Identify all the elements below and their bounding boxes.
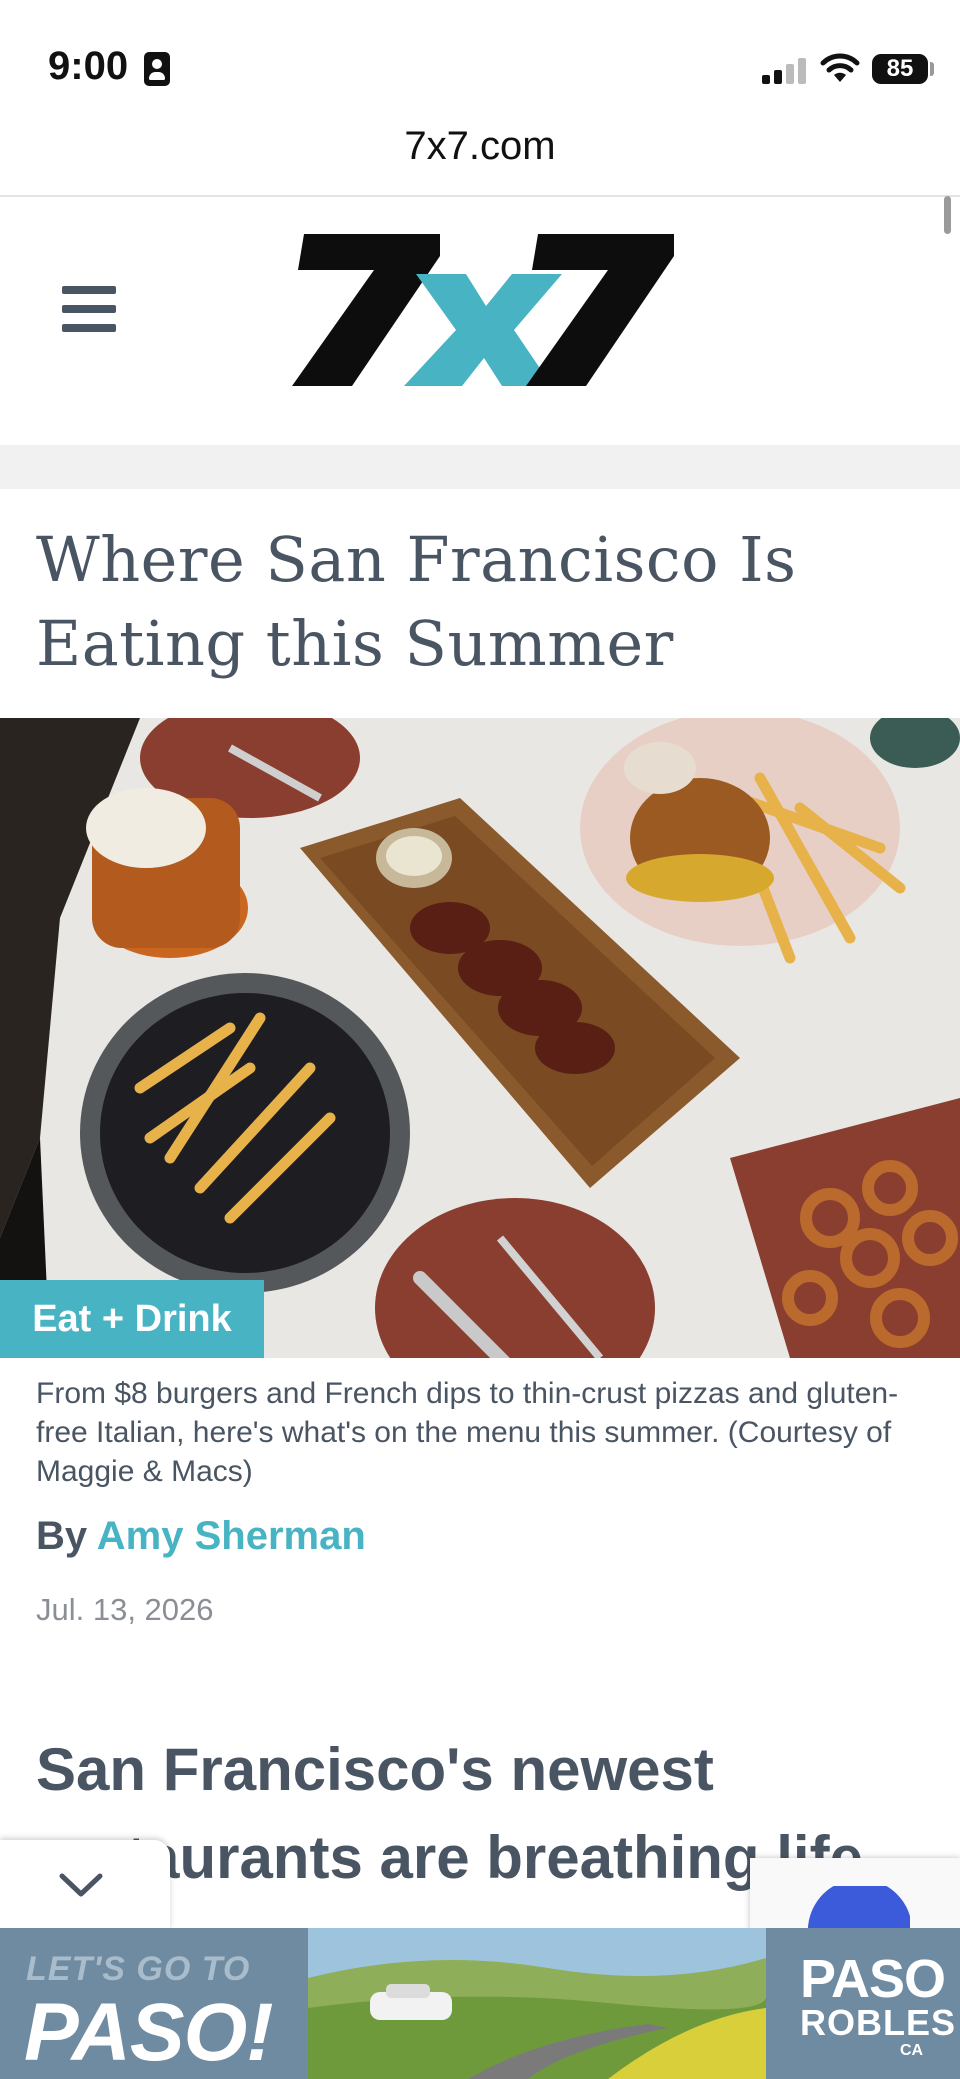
ad-brand-line1: PASO: [800, 1949, 946, 2009]
battery-indicator: 85: [872, 54, 928, 84]
author-link[interactable]: Amy Sherman: [97, 1514, 366, 1558]
ad-headline: PASO!: [24, 1987, 274, 2078]
ad-placeholder-band: [0, 445, 960, 489]
article-title: Where San Francisco Is Eating this Summe…: [36, 523, 797, 680]
image-caption: From $8 burgers and French dips to thin-…: [36, 1377, 899, 1488]
byline: By Amy Sherman: [36, 1514, 366, 1559]
category-tag[interactable]: Eat + Drink: [0, 1280, 264, 1358]
contact-badge-icon: [144, 52, 170, 86]
publish-date: Jul. 13, 2026: [36, 1592, 214, 1627]
wifi-icon: [820, 53, 860, 82]
ad-brand-line2: ROBLES: [800, 2002, 957, 2043]
ad-brand-suffix: CA: [900, 2042, 924, 2059]
chevron-down-icon[interactable]: [58, 1862, 104, 1908]
address-bar-url[interactable]: 7x7.com: [0, 124, 960, 169]
site-logo[interactable]: 7x7: [290, 234, 674, 386]
battery-cap: [930, 62, 934, 76]
ad-landscape-image: [308, 1928, 766, 2079]
hamburger-menu-icon[interactable]: [62, 286, 116, 332]
ad-tagline: LET'S GO TO: [26, 1950, 251, 1988]
hero-image: [0, 718, 960, 1358]
byline-prefix: By: [36, 1514, 88, 1558]
cellular-signal-icon: [762, 56, 806, 84]
advertisement-banner[interactable]: LET'S GO TO PASO! PASO ROBLES CA: [0, 1928, 960, 2079]
recaptcha-badge[interactable]: [750, 1858, 960, 1946]
status-time: 9:00: [48, 44, 129, 88]
scroll-indicator[interactable]: [944, 196, 951, 234]
